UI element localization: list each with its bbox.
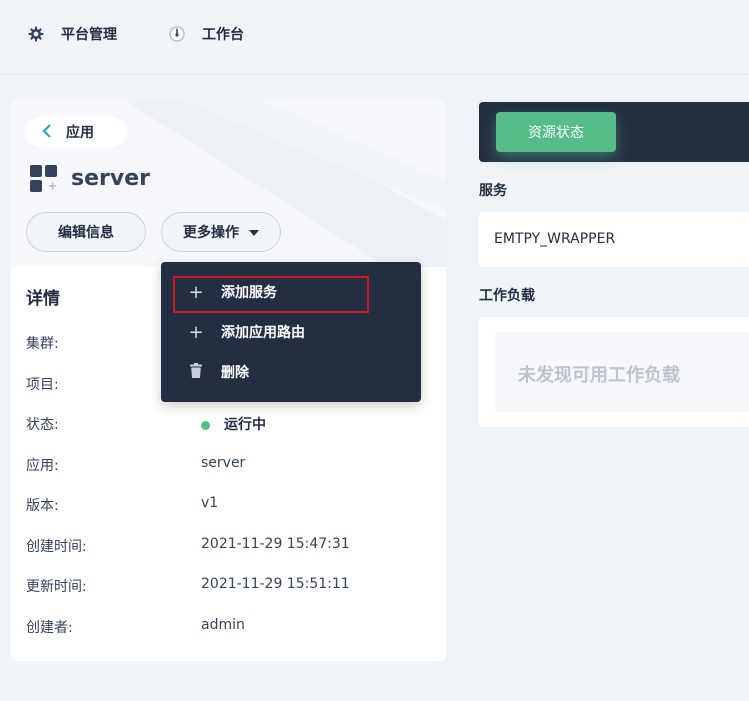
more-actions-menu: + 添加服务 + 添加应用路由 删除: [161, 262, 421, 402]
version-label: 版本:: [26, 498, 59, 514]
version-value: v1: [201, 495, 219, 511]
services-title: 服务: [479, 183, 507, 199]
menu-item-label: 删除: [221, 365, 249, 381]
application-label: 应用:: [26, 458, 59, 474]
back-to-apps-button[interactable]: 应用: [26, 117, 126, 147]
caret-down-icon: [249, 226, 259, 239]
more-actions-button[interactable]: 更多操作: [161, 212, 281, 252]
more-actions-label: 更多操作: [183, 225, 239, 241]
nav-workbench[interactable]: 工作台: [168, 24, 244, 44]
chevron-left-icon: [42, 122, 52, 143]
project-label: 项目:: [26, 377, 59, 393]
resource-status-tab[interactable]: 资源状态: [496, 112, 616, 152]
updated-time-label: 更新时间:: [26, 579, 87, 595]
highlight-box: [173, 276, 369, 313]
resource-tab-bar: 资源状态: [479, 102, 749, 162]
status-value: 运行中: [201, 414, 266, 434]
menu-item-label: 添加应用路由: [221, 325, 305, 341]
dashboard-icon: [168, 25, 186, 43]
status-text: 运行中: [224, 417, 266, 433]
gear-icon: [27, 25, 45, 43]
menu-item-delete[interactable]: 删除: [161, 354, 421, 390]
status-label: 状态:: [26, 417, 59, 433]
app-grid-icon: [29, 164, 59, 194]
app-name: server: [71, 166, 150, 191]
plus-icon: +: [188, 321, 204, 343]
created-time-value: 2021-11-29 15:47:31: [201, 536, 350, 552]
creator-label: 创建者:: [26, 620, 73, 636]
workloads-title: 工作负载: [479, 288, 535, 304]
app-header: 应用 server 编辑信息 更多操作: [11, 101, 446, 267]
created-time-label: 创建时间:: [26, 539, 87, 555]
creator-value: admin: [201, 617, 245, 633]
status-dot: [201, 420, 210, 430]
workloads-panel: 未发现可用工作负载: [479, 317, 749, 427]
service-name[interactable]: EMTPY_WRAPPER: [494, 231, 615, 247]
service-list-item[interactable]: EMTPY_WRAPPER: [479, 212, 749, 267]
workloads-empty-text: 未发现可用工作负载: [518, 365, 680, 386]
cluster-label: 集群:: [26, 336, 59, 352]
details-title: 详情: [26, 289, 60, 309]
trash-icon: [186, 362, 206, 383]
nav-workbench-label: 工作台: [202, 27, 244, 43]
nav-platform-label: 平台管理: [61, 27, 117, 43]
top-nav: 平台管理 工作台: [0, 0, 749, 75]
edit-info-button[interactable]: 编辑信息: [26, 212, 146, 252]
nav-platform-management[interactable]: 平台管理: [27, 24, 117, 44]
edit-info-label: 编辑信息: [58, 225, 114, 241]
back-label: 应用: [66, 125, 94, 141]
menu-item-add-route[interactable]: + 添加应用路由: [161, 314, 421, 350]
application-value: server: [201, 455, 246, 471]
updated-time-value: 2021-11-29 15:51:11: [201, 576, 350, 592]
workloads-empty-state: 未发现可用工作负载: [494, 332, 749, 412]
